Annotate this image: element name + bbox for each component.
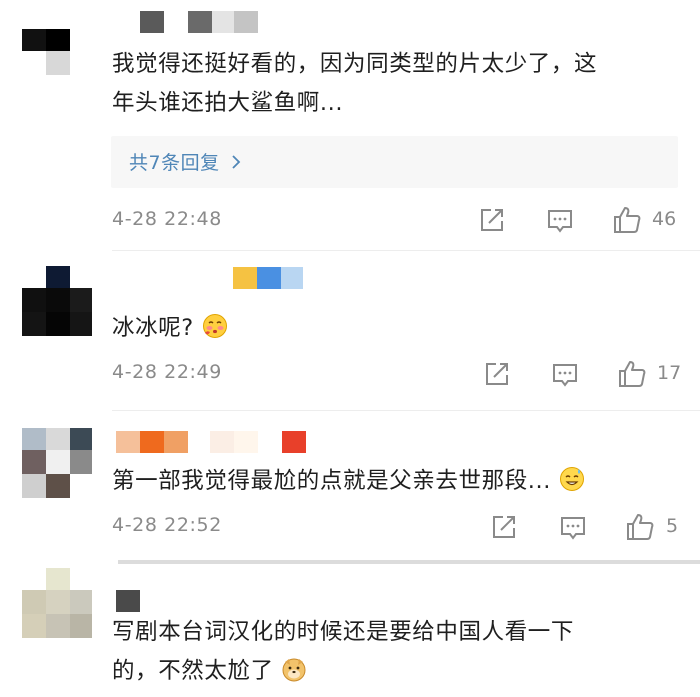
view-replies-link[interactable]: 共7条回复 [129, 148, 242, 175]
thumbs-up-icon[interactable] [612, 205, 642, 235]
username-redacted[interactable] [116, 431, 306, 453]
comment-line: 我觉得还挺好看的，因为同类型的片太少了，这 [112, 51, 598, 77]
timestamp: 4-28 22:52 [112, 514, 222, 536]
divider [112, 410, 700, 411]
timestamp: 4-28 22:49 [112, 361, 222, 383]
avatar[interactable] [22, 266, 92, 336]
doge-emoji [282, 658, 306, 682]
username-redacted[interactable] [140, 11, 258, 33]
comment-text: 写剧本台词汉化的时候还是要给中国人看一下 的，不然太尬了 [112, 613, 574, 691]
share-icon[interactable] [478, 206, 506, 234]
chevron-right-icon [232, 155, 241, 169]
blushing-emoji [202, 314, 227, 338]
comment-icon[interactable] [559, 514, 587, 542]
comment-line: 的，不然太尬了 [112, 658, 274, 684]
username-redacted[interactable] [116, 590, 140, 612]
replies-panel[interactable]: 共7条回复 [111, 136, 678, 188]
share-icon[interactable] [490, 513, 518, 541]
avatar[interactable] [22, 9, 92, 79]
comment-text: 冰冰呢? [112, 309, 228, 348]
share-icon[interactable] [483, 360, 511, 388]
replies-label: 共7条回复 [129, 152, 220, 174]
comment-text: 第一部我觉得最尬的点就是父亲去世那段... [112, 462, 585, 501]
avatar[interactable] [22, 568, 92, 638]
like-count: 17 [657, 362, 682, 384]
avatar[interactable] [22, 428, 92, 498]
comment-line: 写剧本台词汉化的时候还是要给中国人看一下 [112, 619, 575, 645]
divider [112, 250, 700, 251]
comment-line: 年头谁还拍大鲨鱼啊... [112, 90, 344, 116]
comment-line: 冰冰呢? [112, 315, 194, 341]
sweating-smile-emoji [559, 467, 584, 491]
comment-icon[interactable] [551, 361, 579, 389]
comment-line: 第一部我觉得最尬的点就是父亲去世那段... [112, 468, 552, 494]
thumbs-up-icon[interactable] [625, 512, 655, 542]
like-count: 5 [666, 515, 679, 537]
like-count: 46 [652, 208, 677, 230]
thumbs-up-icon[interactable] [617, 359, 647, 389]
timestamp: 4-28 22:48 [112, 208, 222, 230]
comment-text: 我觉得还挺好看的，因为同类型的片太少了，这 年头谁还拍大鲨鱼啊... [112, 45, 597, 123]
comment-icon[interactable] [546, 207, 574, 235]
divider [118, 560, 700, 564]
username-redacted[interactable] [233, 267, 303, 289]
